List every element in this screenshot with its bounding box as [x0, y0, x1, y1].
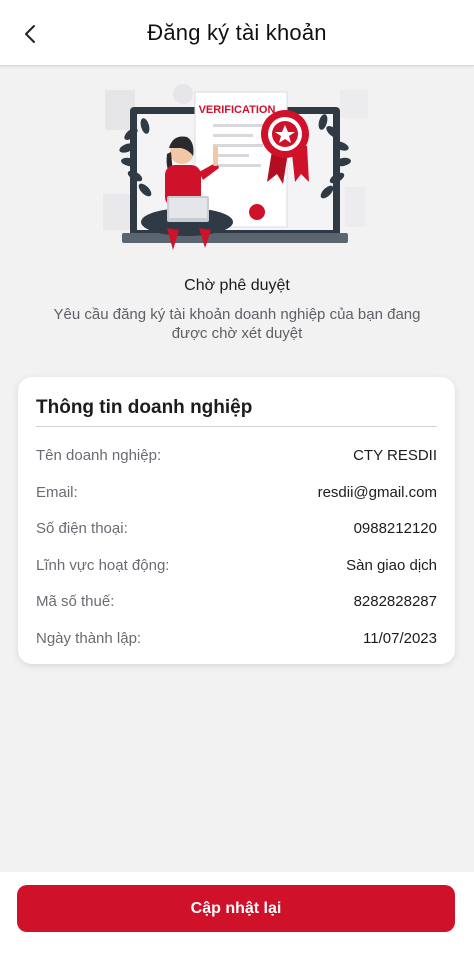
- status-title: Chờ phê duyệt: [184, 277, 290, 294]
- card-title: Thông tin doanh nghiệp: [36, 397, 253, 418]
- info-value: 0988212120: [353, 519, 437, 537]
- business-info-card: Thông tin doanh nghiệp Tên doanh nghiệp:…: [18, 377, 455, 664]
- info-value: 11/07/2023: [363, 629, 437, 647]
- info-label: Tên doanh nghiệp:: [36, 446, 162, 464]
- info-value: Sàn giao dịch: [346, 556, 437, 574]
- info-value: 8282828287: [353, 592, 437, 610]
- info-row-company-name: Tên doanh nghiệp: CTY RESDII: [36, 444, 437, 466]
- info-row-phone: Số điện thoại: 0988212120: [36, 517, 437, 539]
- info-value: CTY RESDII: [353, 446, 437, 464]
- info-row-tax-code: Mã số thuế: 8282828287: [36, 590, 437, 612]
- info-label: Email:: [36, 483, 78, 501]
- card-divider: [36, 426, 437, 427]
- info-row-email: Email: resdii@gmail.com: [36, 481, 437, 503]
- info-row-industry: Lĩnh vực hoạt động: Sàn giao dịch: [36, 554, 437, 576]
- page-title: Đăng ký tài khoản: [147, 20, 327, 45]
- verification-illustration: VERIFICATION: [95, 82, 380, 262]
- info-row-founded-date: Ngày thành lập: 11/07/2023: [36, 627, 437, 649]
- info-label: Ngày thành lập:: [36, 629, 142, 647]
- info-label: Lĩnh vực hoạt động:: [36, 556, 170, 574]
- app-header: Đăng ký tài khoản: [0, 0, 474, 66]
- info-label: Số điện thoại:: [36, 519, 128, 537]
- info-value: resdii@gmail.com: [317, 483, 437, 501]
- status-description: Yêu cầu đăng ký tài khoản doanh nghiệp c…: [53, 306, 421, 342]
- info-label: Mã số thuế:: [36, 592, 115, 610]
- update-button[interactable]: Cập nhật lại: [17, 885, 455, 932]
- verification-badge-text: VERIFICATION: [199, 104, 276, 116]
